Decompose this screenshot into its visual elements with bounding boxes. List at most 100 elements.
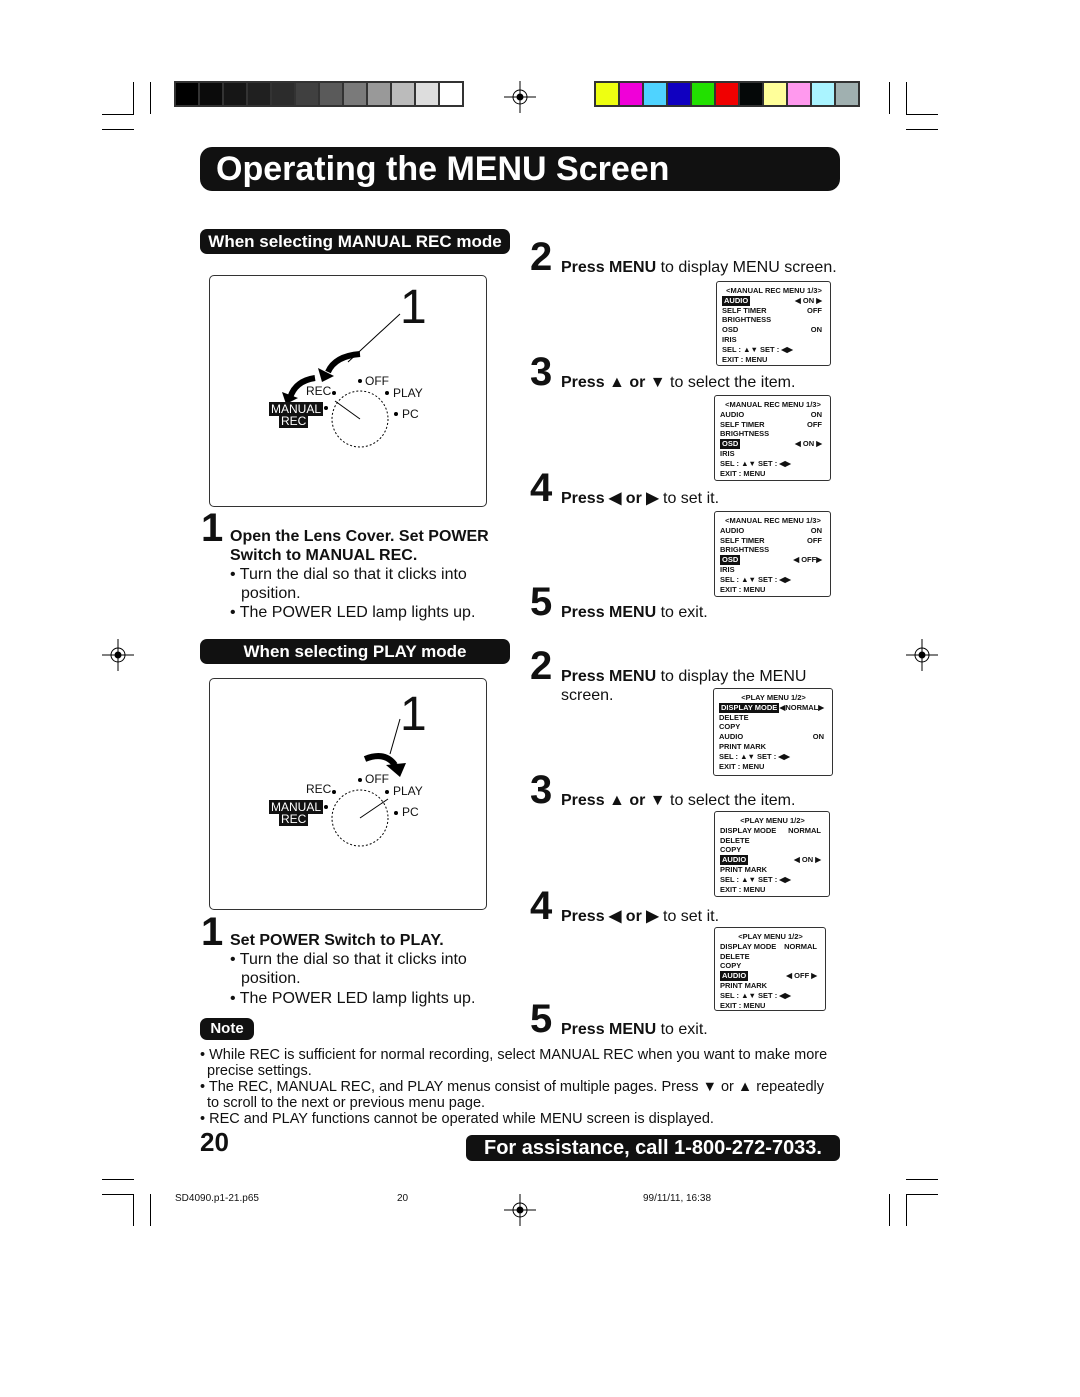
- menu-item-label: SEL : ▲▼ SET : ◀▶: [720, 990, 791, 1000]
- step-number: 4: [530, 884, 553, 928]
- menu-title: <PLAY MENU 1/2>: [738, 932, 803, 941]
- menu-screen: <PLAY MENU 1/2> DISPLAY MODE NORMAL DELETE C…: [714, 927, 826, 1011]
- menu-screen: <MANUAL REC MENU 1/3> AUDIO ON SELF TIMER OF…: [714, 511, 831, 597]
- menu-item-label: PRINT MARK: [720, 864, 768, 874]
- menu-row: SEL : ▲▼ SET : ◀▶: [720, 575, 826, 585]
- menu-item-value: [824, 762, 828, 772]
- step-instruction-bold: Press ◀ or ▶: [561, 908, 659, 925]
- step-bullet: • The POWER LED lamp lights up.: [230, 604, 476, 621]
- menu-item-label: IRIS: [720, 564, 735, 574]
- menu-item-label: EXIT : MENU: [720, 884, 766, 894]
- step-instruction: Press ◀ or ▶ to set it.: [561, 907, 851, 926]
- step-instruction-bold: Press ▲ or ▼: [561, 374, 666, 391]
- menu-item-label: EXIT : MENU: [720, 1000, 766, 1010]
- note-item: • The REC, MANUAL REC, and PLAY menus co…: [200, 1079, 824, 1111]
- menu-title: <MANUAL REC MENU 1/3>: [726, 286, 822, 295]
- menu-item-label: DISPLAY MODE: [720, 825, 777, 835]
- menu-row: SEL : ▲▼ SET : ◀▶: [722, 345, 826, 355]
- dial-label-manual-rec: REC: [279, 414, 309, 428]
- step-number: 1: [201, 506, 224, 550]
- menu-row: IRIS: [720, 565, 826, 575]
- menu-item-value: ON: [810, 409, 822, 419]
- menu-item-label: SEL : ▲▼ SET : ◀▶: [720, 874, 791, 884]
- menu-item-value: [822, 315, 826, 325]
- step-instruction-text: to set it.: [658, 490, 720, 507]
- menu-item-value: [822, 449, 826, 459]
- menu-item-value: [821, 836, 825, 846]
- step-number: 2: [530, 235, 553, 279]
- dial-label-play: PLAY: [393, 386, 423, 400]
- dial-label-rec: REC: [306, 782, 332, 796]
- menu-row: SEL : ▲▼ SET : ◀▶: [720, 991, 821, 1001]
- menu-item-label: COPY: [720, 961, 742, 971]
- step-instruction-bold: Press ▲ or ▼: [561, 792, 666, 809]
- menu-row: AUDIO ◀ ON ▶: [722, 295, 826, 306]
- menu-item-label: SELF TIMER: [722, 305, 767, 315]
- manual-page: Operating the MENU Screen When selecting…: [0, 0, 1080, 1397]
- power-dial-icon: [282, 313, 401, 448]
- menu-item-label: BRIGHTNESS: [720, 545, 770, 555]
- menu-item-label: EXIT : MENU: [720, 468, 766, 478]
- menu-item-label: AUDIO: [720, 855, 749, 865]
- menu-item-value: NORMAL: [788, 825, 821, 835]
- menu-row: COPY: [720, 845, 825, 855]
- menu-item-value: [821, 875, 825, 885]
- menu-row: PRINT MARK: [720, 865, 825, 875]
- dial-label-pc: PC: [402, 407, 419, 421]
- step-instruction-bold: Press ◀ or ▶: [561, 490, 659, 507]
- step-bullet: • Turn the dial so that it clicks into p…: [230, 566, 467, 602]
- menu-row: EXIT : MENU: [719, 762, 828, 772]
- step-instruction-bold: Press MENU: [561, 1021, 657, 1038]
- step-number: 2: [530, 644, 553, 688]
- menu-row: OSD ON: [722, 325, 826, 335]
- registration-target-icon: [102, 639, 134, 671]
- menu-item-value: NORMAL: [784, 941, 817, 951]
- menu-item-label: AUDIO: [722, 295, 751, 306]
- menu-row: OSD ◀ ON ▶: [720, 439, 826, 449]
- menu-item-value: ◀ OFF ▶: [786, 971, 817, 981]
- menu-item-label: EXIT : MENU: [720, 584, 766, 594]
- registration-target-icon: [906, 639, 938, 671]
- menu-item-label: IRIS: [720, 448, 735, 458]
- menu-item-label: SELF TIMER: [720, 535, 765, 545]
- menu-row: OSD ◀ OFF▶: [720, 555, 826, 565]
- power-dial-icon: [324, 718, 406, 847]
- step-number: 3: [530, 350, 553, 394]
- step-instruction: Press ▲ or ▼ to select the item.: [561, 373, 851, 392]
- step-instruction: Press ◀ or ▶ to set it.: [561, 489, 851, 508]
- menu-row: SELF TIMER OFF: [722, 306, 826, 316]
- step-instruction: Press ▲ or ▼ to select the item.: [561, 791, 851, 810]
- menu-item-value: [817, 952, 821, 962]
- step-instruction-text: to select the item.: [665, 374, 796, 391]
- page-number: 20: [200, 1127, 229, 1157]
- menu-item-value: ◀ ON ▶: [795, 439, 822, 449]
- menu-item-value: [817, 991, 821, 1001]
- menu-row: AUDIO ON: [720, 526, 826, 536]
- play-section-header: When selecting PLAY mode: [200, 639, 510, 664]
- step-instruction-text: to exit.: [656, 1021, 708, 1038]
- menu-item-label: AUDIO: [720, 409, 745, 419]
- registration-target-icon: [504, 1194, 536, 1226]
- note-badge: Note: [200, 1018, 254, 1040]
- footer-page: 20: [397, 1193, 409, 1204]
- step-number: 4: [530, 466, 553, 510]
- menu-item-label: EXIT : MENU: [719, 761, 765, 771]
- menu-item-label: SEL : ▲▼ SET : ◀▶: [719, 751, 790, 761]
- menu-item-value: [822, 469, 826, 479]
- menu-item-value: ON: [812, 732, 824, 742]
- step-instruction: Press MENU to display MENU screen.: [561, 258, 851, 277]
- step-instruction-bold: Press MENU: [561, 259, 657, 276]
- step-instruction-text: to set it.: [658, 908, 720, 925]
- menu-item-value: ON: [810, 525, 822, 535]
- menu-item-label: COPY: [719, 722, 741, 732]
- manual-rec-dial-illustration: 1 OFF REC PLAY MANUAL REC PC: [209, 275, 487, 507]
- menu-row: BRIGHTNESS: [722, 315, 826, 325]
- step-instruction-bold: Press MENU: [561, 668, 657, 685]
- menu-item-value: [822, 345, 826, 355]
- menu-row: SEL : ▲▼ SET : ◀▶: [719, 752, 828, 762]
- menu-item-value: OFF: [807, 305, 822, 315]
- dial-label-off: OFF: [365, 772, 389, 786]
- footer-date: 99/11/11, 16:38: [643, 1193, 712, 1204]
- menu-title: <MANUAL REC MENU 1/3>: [725, 400, 821, 409]
- menu-title: <MANUAL REC MENU 1/3>: [725, 516, 821, 525]
